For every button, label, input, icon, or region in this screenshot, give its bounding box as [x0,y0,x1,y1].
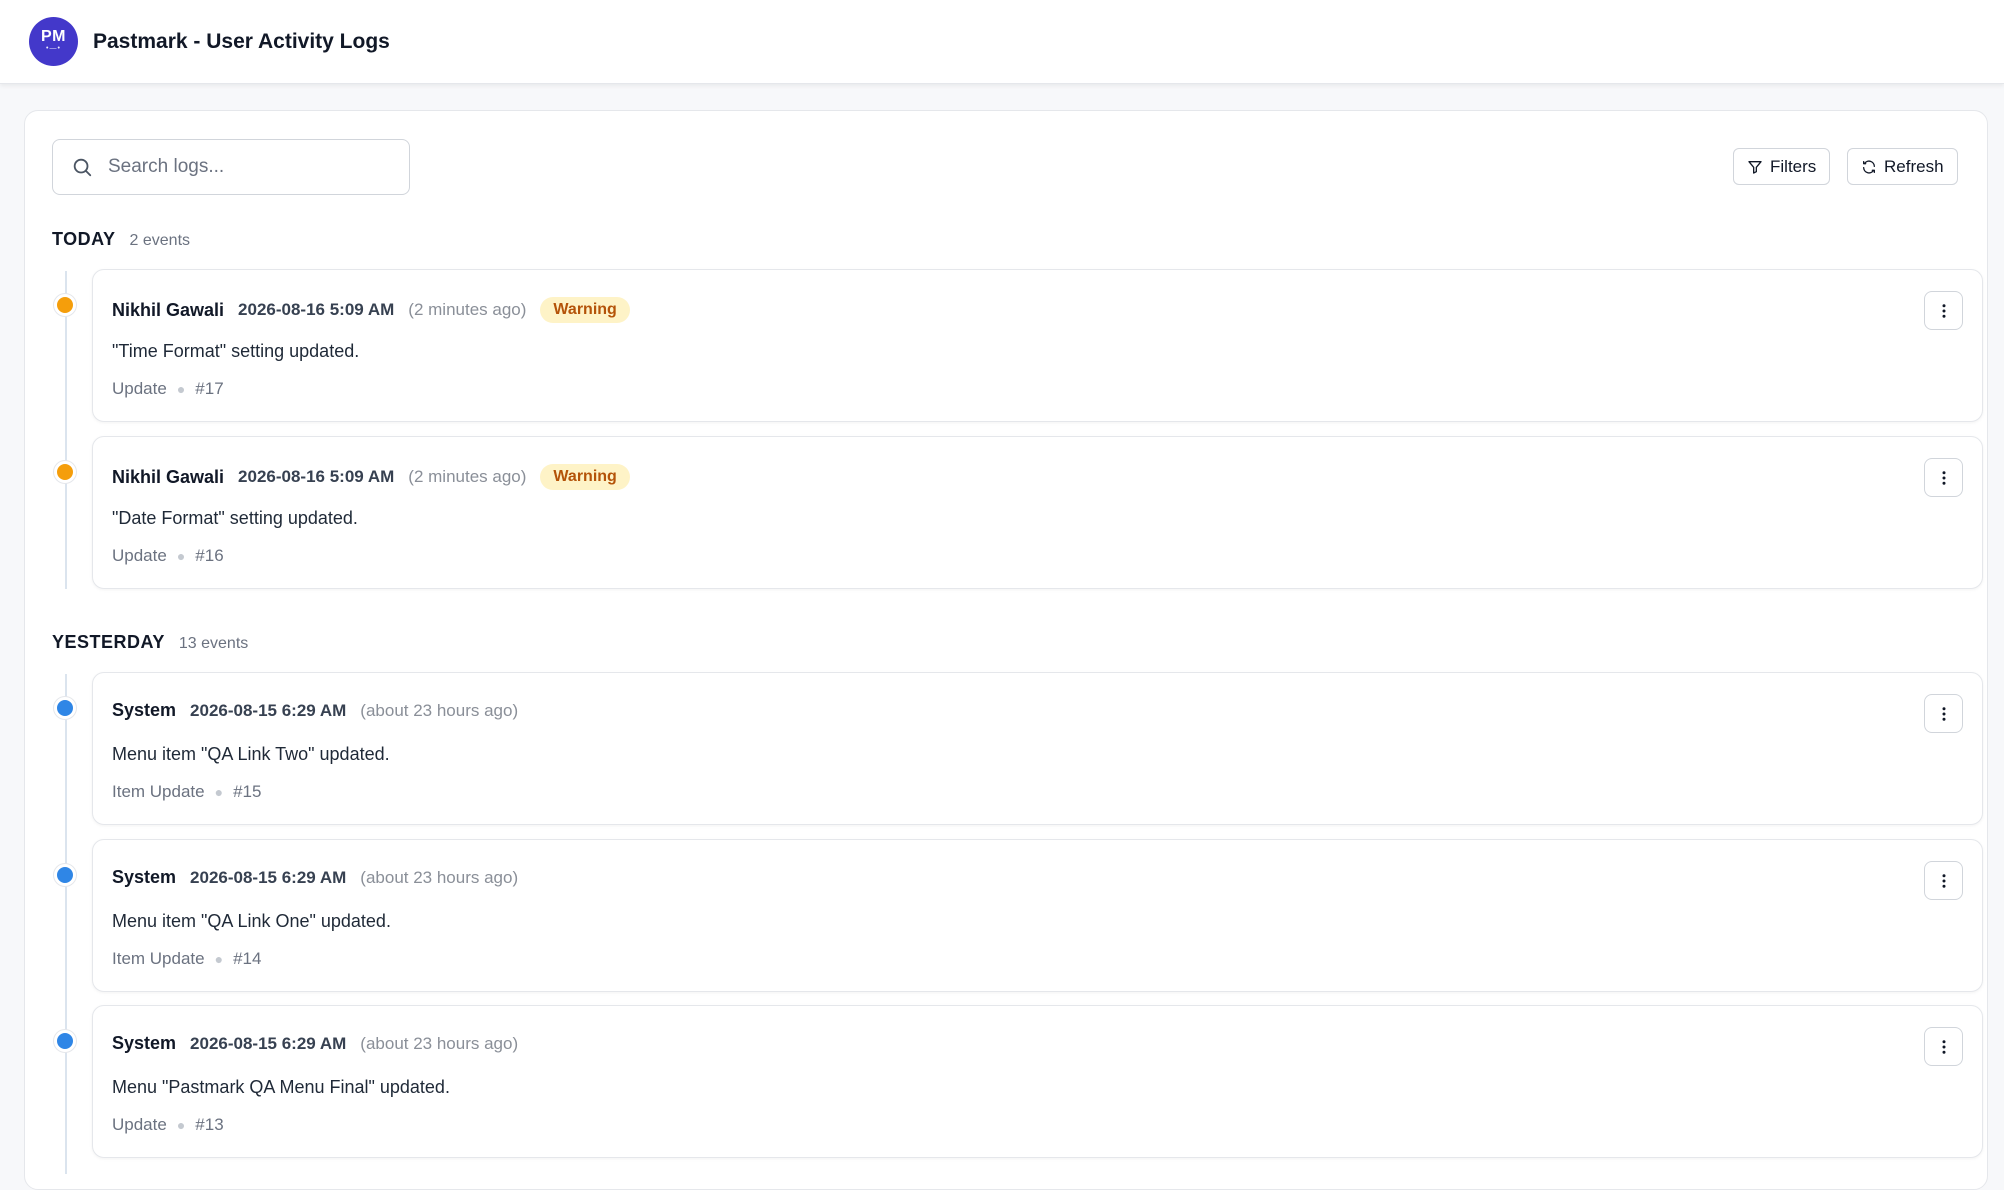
refresh-label: Refresh [1884,156,1944,176]
separator-dot-icon: ● [176,381,186,397]
entry-type: Update [112,546,167,565]
entry-timestamp: 2026-08-15 6:29 AM [190,700,347,720]
search-input[interactable] [108,156,388,178]
entry-user: System [112,867,177,887]
entry-message: Menu "Pastmark QA Menu Final" updated. [112,1077,450,1097]
timeline-dot-info [54,864,76,886]
logo-dots-icon: •—• [46,44,61,52]
more-options-button[interactable] [1924,291,1963,330]
entry-id: #16 [195,546,224,565]
warning-badge: Warning [540,464,630,490]
section-count: 2 events [129,232,191,249]
warning-badge: Warning [540,297,630,323]
separator-dot-icon: ● [214,784,224,800]
entry-message: Menu item "QA Link Two" updated. [112,744,390,764]
entry-user: Nikhil Gawali [112,299,225,320]
section-title: YESTERDAY [52,632,165,652]
entry-timestamp: 2026-08-16 5:09 AM [238,300,395,319]
search-icon [73,158,92,177]
log-entry-card: System 2026-08-15 6:29 AM (about 23 hour… [92,672,1983,825]
entry-relative-time: (about 23 hours ago) [360,867,519,887]
log-entry-card: System 2026-08-15 6:29 AM (about 23 hour… [92,839,1983,992]
entry-relative-time: (2 minutes ago) [408,300,527,319]
filter-icon [1748,160,1762,174]
entry-id: #13 [195,1115,224,1134]
entry-type: Update [112,1115,167,1134]
section-header-today: TODAY 2 events [52,229,190,250]
section-header-yesterday: YESTERDAY 13 events [52,632,248,653]
log-entry-card: System 2026-08-15 6:29 AM (about 23 hour… [92,1005,1983,1158]
separator-dot-icon: ● [214,951,224,967]
entry-id: #14 [233,949,262,968]
entry-timestamp: 2026-08-16 5:09 AM [238,467,395,486]
entry-timestamp: 2026-08-15 6:29 AM [190,867,347,887]
app-logo: PM •—• [29,17,78,66]
timeline-dot-info [54,1030,76,1052]
log-entry-card: Nikhil Gawali 2026-08-16 5:09 AM (2 minu… [92,436,1983,589]
entry-user: Nikhil Gawali [112,466,225,487]
more-options-button[interactable] [1924,694,1963,733]
entry-message: Menu item "QA Link One" updated. [112,911,391,931]
filters-button[interactable]: Filters [1733,148,1831,185]
section-title: TODAY [52,229,116,249]
timeline-dot-warning [54,461,76,483]
entry-relative-time: (about 23 hours ago) [360,700,519,720]
timeline-line [65,271,67,589]
page-title: Pastmark - User Activity Logs [93,29,390,53]
vertical-ellipsis-icon [1942,706,1945,721]
log-entry-card: Nikhil Gawali 2026-08-16 5:09 AM (2 minu… [92,269,1983,422]
entry-type: Update [112,379,167,398]
search-box[interactable] [52,139,410,195]
vertical-ellipsis-icon [1942,470,1945,485]
entry-message: "Date Format" setting updated. [112,508,358,528]
vertical-ellipsis-icon [1942,303,1945,318]
app-header: PM •—• Pastmark - User Activity Logs [0,0,2004,84]
entry-user: System [112,1033,177,1053]
timeline-dot-warning [54,294,76,316]
more-options-button[interactable] [1924,458,1963,497]
entry-type: Item Update [112,949,205,968]
logo-monogram: PM [41,27,66,45]
timeline-dot-info [54,697,76,719]
section-count: 13 events [178,635,249,652]
refresh-icon [1863,159,1875,174]
vertical-ellipsis-icon [1942,873,1945,888]
activity-log-panel: Filters Refresh TODAY 2 events Nikhil Ga… [24,110,1988,1190]
refresh-button[interactable]: Refresh [1847,148,1958,185]
timeline-line [65,674,67,1174]
more-options-button[interactable] [1924,1027,1963,1066]
separator-dot-icon: ● [176,548,186,564]
entry-type: Item Update [112,782,205,801]
entry-timestamp: 2026-08-15 6:29 AM [190,1033,347,1053]
vertical-ellipsis-icon [1942,1039,1945,1054]
entry-relative-time: (2 minutes ago) [408,467,527,486]
more-options-button[interactable] [1924,861,1963,900]
entry-id: #17 [195,379,224,398]
entry-relative-time: (about 23 hours ago) [360,1033,519,1053]
entry-user: System [112,700,177,720]
entry-id: #15 [233,782,262,801]
separator-dot-icon: ● [176,1117,186,1133]
filters-label: Filters [1770,156,1817,176]
entry-message: "Time Format" setting updated. [112,341,360,361]
